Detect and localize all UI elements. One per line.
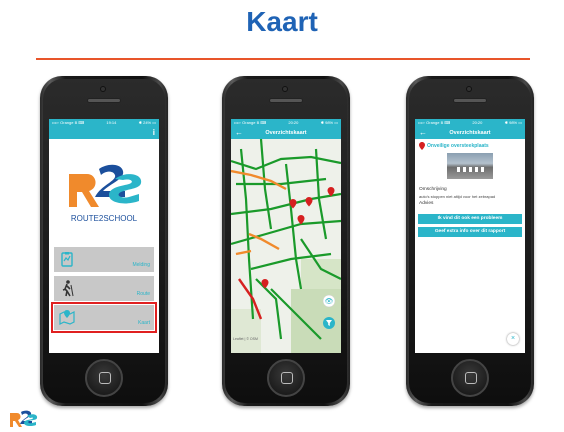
report-clipboard-icon [61,252,73,267]
app-logo: ROUTE2SCHOOL [49,139,159,247]
camera-icon [466,86,472,92]
nav-title: Overzichtskaart [449,130,491,136]
camera-icon [282,86,288,92]
advice-label: Advies [419,201,434,206]
issue-title: Onveilige oversteekplaats [427,143,489,149]
home-button[interactable] [85,359,123,397]
speaker-grille [269,98,303,103]
slide-title: Kaart [246,6,318,37]
status-time: 19:14 [106,120,117,125]
menu-item-melding[interactable]: Melding [54,247,154,272]
slide: Kaart ••••◦ Orange B ⌨ 19:14 ✱ 24% ▭ i R… [0,0,564,432]
home-button[interactable] [267,359,305,397]
menu-label-route: Route [136,291,150,297]
nav-title: Overzichtskaart [265,130,307,136]
extra-info-button[interactable]: Geef extra info over dit rapport [418,227,522,237]
home-button[interactable] [451,359,489,397]
screen-home: ••••◦ Orange B ⌨ 19:14 ✱ 24% ▭ i ROUTE2S… [49,119,159,353]
same-problem-button[interactable]: Ik vind dit ook een probleem [418,214,522,224]
speaker-grille [453,98,487,103]
logo-text: ROUTE2SCHOOL [71,214,138,223]
overview-map[interactable]: 👁 Leaflet | © OSM [231,138,341,353]
route2school-logo: ROUTE2SCHOOL [69,164,142,223]
screen-map: ••••◦ Orange B ⌨ 20:20 ✱ 98% ▭ ← Overzic… [231,119,341,353]
home-navbar: i [49,127,159,139]
battery-label: ✱ 98% ▭ [504,120,522,125]
map-navbar: ← Overzichtskaart [231,127,341,139]
phone-issue-detail: ••••◦ Orange B ⌨ 20:20 ✱ 98% ▭ ← Overzic… [406,76,534,406]
status-bar: ••••◦ Orange B ⌨ 20:20 ✱ 98% ▭ [231,119,341,127]
battery-label: ✱ 98% ▭ [320,120,338,125]
kaart-highlight-frame [51,302,157,333]
phone-map-overview: ••••◦ Orange B ⌨ 20:20 ✱ 98% ▭ ← Overzic… [222,76,350,406]
issue-title-row: Onveilige oversteekplaats [415,139,525,150]
status-time: 20:20 [288,120,299,125]
close-icon[interactable]: × [507,333,519,345]
eye-icon: 👁 [325,298,334,306]
menu-item-route[interactable]: Route [54,276,154,301]
speaker-grille [87,98,121,103]
walking-person-icon [62,280,74,297]
status-time: 20:20 [472,120,483,125]
menu-label-melding: Melding [132,262,150,268]
title-divider [36,58,530,60]
status-bar: ••••◦ Orange B ⌨ 20:20 ✱ 98% ▭ [415,119,525,127]
camera-icon [100,86,106,92]
info-icon[interactable]: i [153,127,155,139]
carrier-label: ••••◦ Orange B ⌨ [234,120,267,125]
phone-home-menu: ••••◦ Orange B ⌨ 19:14 ✱ 24% ▭ i ROUTE2S… [40,76,168,406]
status-bar: ••••◦ Orange B ⌨ 19:14 ✱ 24% ▭ [49,119,159,127]
map-marker-icon [419,142,425,150]
carrier-label: ••••◦ Orange B ⌨ [418,120,451,125]
description-text: auto's stoppen niet altijd voor het zebr… [419,194,496,199]
back-arrow-icon[interactable]: ← [235,127,243,139]
screen-issue: ••••◦ Orange B ⌨ 20:20 ✱ 98% ▭ ← Overzic… [415,119,525,353]
route2school-corner-logo [10,410,38,427]
issue-navbar: ← Overzichtskaart [415,127,525,139]
battery-label: ✱ 24% ▭ [138,120,156,125]
description-label: Omschrijving [419,187,447,192]
map-credit: Leaflet | © OSM [233,337,258,341]
carrier-label: ••••◦ Orange B ⌨ [52,120,85,125]
issue-photo[interactable] [447,153,493,179]
back-arrow-icon[interactable]: ← [419,127,427,139]
